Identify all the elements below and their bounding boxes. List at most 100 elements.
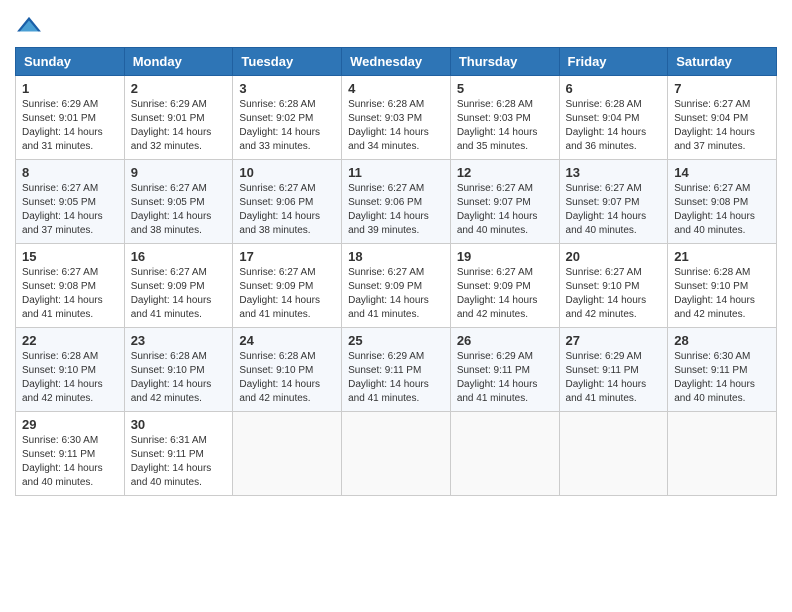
calendar-cell: 7 Sunrise: 6:27 AMSunset: 9:04 PMDaylight…: [668, 76, 777, 160]
daylight-line1: Daylight: 14 hours: [22, 462, 118, 476]
sunset-text: Sunset: 9:07 PM: [566, 196, 662, 210]
daylight-line2: and 38 minutes.: [131, 224, 227, 238]
day-info: Sunrise: 6:28 AMSunset: 9:10 PMDaylight:…: [22, 350, 118, 406]
calendar-week-row: 8Sunrise: 6:27 AMSunset: 9:05 PMDaylight…: [16, 160, 777, 244]
day-info: Sunrise: 6:29 AMSunset: 9:11 PMDaylight:…: [457, 350, 553, 406]
sunset-text: Sunset: 9:11 PM: [131, 448, 227, 462]
sunrise-text: Sunrise: 6:27 AM: [131, 266, 227, 280]
day-info: Sunrise: 6:27 AMSunset: 9:05 PMDaylight:…: [22, 182, 118, 238]
sunset-text: Sunset: 9:03 PM: [457, 112, 553, 126]
sunset-text: Sunset: 9:09 PM: [131, 280, 227, 294]
day-number: 4: [348, 81, 444, 96]
day-info: Sunrise: 6:28 AMSunset: 9:04 PMDaylight:…: [566, 98, 662, 154]
daylight-line1: Daylight: 14 hours: [131, 294, 227, 308]
logo-icon: [15, 15, 43, 37]
daylight-line2: and 38 minutes.: [239, 224, 335, 238]
daylight-line2: and 36 minutes.: [566, 140, 662, 154]
sunrise-text: Sunrise: 6:27 AM: [674, 182, 770, 196]
sunrise-text: Sunrise: 6:28 AM: [674, 266, 770, 280]
day-info: Sunrise: 6:30 AMSunset: 9:11 PMDaylight:…: [674, 350, 770, 406]
sunrise-text: Sunrise: 6:30 AM: [674, 350, 770, 364]
daylight-line2: and 40 minutes.: [22, 476, 118, 490]
sunrise-text: Sunrise: 6:28 AM: [22, 350, 118, 364]
day-info: Sunrise: 6:27 AMSunset: 9:08 PMDaylight:…: [674, 182, 770, 238]
sunrise-text: Sunrise: 6:28 AM: [457, 98, 553, 112]
calendar-cell: [559, 412, 668, 496]
sunrise-text: Sunrise: 6:28 AM: [131, 350, 227, 364]
sunrise-text: Sunrise: 6:29 AM: [566, 350, 662, 364]
day-info: Sunrise: 6:27 AMSunset: 9:04 PMDaylight:…: [674, 98, 770, 154]
daylight-line2: and 42 minutes.: [674, 308, 770, 322]
day-info: Sunrise: 6:28 AMSunset: 9:03 PMDaylight:…: [457, 98, 553, 154]
sunrise-text: Sunrise: 6:27 AM: [566, 266, 662, 280]
day-info: Sunrise: 6:28 AMSunset: 9:10 PMDaylight:…: [131, 350, 227, 406]
day-info: Sunrise: 6:27 AMSunset: 9:07 PMDaylight:…: [566, 182, 662, 238]
daylight-line1: Daylight: 14 hours: [348, 126, 444, 140]
day-number: 10: [239, 165, 335, 180]
daylight-line2: and 40 minutes.: [131, 476, 227, 490]
day-info: Sunrise: 6:29 AMSunset: 9:01 PMDaylight:…: [131, 98, 227, 154]
daylight-line2: and 41 minutes.: [131, 308, 227, 322]
sunrise-text: Sunrise: 6:30 AM: [22, 434, 118, 448]
day-number: 7: [674, 81, 770, 96]
day-info: Sunrise: 6:27 AMSunset: 9:10 PMDaylight:…: [566, 266, 662, 322]
day-number: 5: [457, 81, 553, 96]
day-info: Sunrise: 6:29 AMSunset: 9:11 PMDaylight:…: [566, 350, 662, 406]
day-number: 17: [239, 249, 335, 264]
sunrise-text: Sunrise: 6:27 AM: [22, 182, 118, 196]
calendar-cell: 15Sunrise: 6:27 AMSunset: 9:08 PMDayligh…: [16, 244, 125, 328]
calendar-cell: 20 Sunrise: 6:27 AMSunset: 9:10 PMDayligh…: [559, 244, 668, 328]
calendar-cell: [668, 412, 777, 496]
sunset-text: Sunset: 9:10 PM: [131, 364, 227, 378]
day-number: 27: [566, 333, 662, 348]
sunset-text: Sunset: 9:11 PM: [674, 364, 770, 378]
sunrise-text: Sunrise: 6:28 AM: [239, 98, 335, 112]
calendar-cell: 4 Sunrise: 6:28 AMSunset: 9:03 PMDaylight…: [342, 76, 451, 160]
daylight-line2: and 34 minutes.: [348, 140, 444, 154]
day-number: 3: [239, 81, 335, 96]
daylight-line2: and 41 minutes.: [239, 308, 335, 322]
day-number: 19: [457, 249, 553, 264]
sunrise-text: Sunrise: 6:27 AM: [22, 266, 118, 280]
sunset-text: Sunset: 9:09 PM: [348, 280, 444, 294]
sunset-text: Sunset: 9:06 PM: [348, 196, 444, 210]
calendar-cell: 10Sunrise: 6:27 AMSunset: 9:06 PMDayligh…: [233, 160, 342, 244]
day-info: Sunrise: 6:29 AMSunset: 9:11 PMDaylight:…: [348, 350, 444, 406]
calendar-cell: 19Sunrise: 6:27 AMSunset: 9:09 PMDayligh…: [450, 244, 559, 328]
day-info: Sunrise: 6:28 AMSunset: 9:03 PMDaylight:…: [348, 98, 444, 154]
sunset-text: Sunset: 9:04 PM: [674, 112, 770, 126]
weekday-header-saturday: Saturday: [668, 48, 777, 76]
daylight-line1: Daylight: 14 hours: [131, 126, 227, 140]
day-number: 30: [131, 417, 227, 432]
calendar-cell: 3Sunrise: 6:28 AMSunset: 9:02 PMDaylight…: [233, 76, 342, 160]
calendar-cell: 28Sunrise: 6:30 AMSunset: 9:11 PMDayligh…: [668, 328, 777, 412]
sunset-text: Sunset: 9:11 PM: [348, 364, 444, 378]
sunrise-text: Sunrise: 6:31 AM: [131, 434, 227, 448]
day-info: Sunrise: 6:27 AMSunset: 9:06 PMDaylight:…: [348, 182, 444, 238]
sunrise-text: Sunrise: 6:27 AM: [131, 182, 227, 196]
day-info: Sunrise: 6:30 AMSunset: 9:11 PMDaylight:…: [22, 434, 118, 490]
weekday-header-tuesday: Tuesday: [233, 48, 342, 76]
calendar-cell: 1Sunrise: 6:29 AMSunset: 9:01 PMDaylight…: [16, 76, 125, 160]
day-number: 13: [566, 165, 662, 180]
daylight-line2: and 33 minutes.: [239, 140, 335, 154]
day-number: 21: [674, 249, 770, 264]
day-info: Sunrise: 6:27 AMSunset: 9:08 PMDaylight:…: [22, 266, 118, 322]
day-number: 20: [566, 249, 662, 264]
daylight-line1: Daylight: 14 hours: [674, 126, 770, 140]
calendar-cell: [342, 412, 451, 496]
daylight-line2: and 32 minutes.: [131, 140, 227, 154]
day-number: 11: [348, 165, 444, 180]
sunrise-text: Sunrise: 6:27 AM: [239, 182, 335, 196]
calendar-cell: 6Sunrise: 6:28 AMSunset: 9:04 PMDaylight…: [559, 76, 668, 160]
day-number: 23: [131, 333, 227, 348]
day-info: Sunrise: 6:29 AMSunset: 9:01 PMDaylight:…: [22, 98, 118, 154]
daylight-line1: Daylight: 14 hours: [674, 294, 770, 308]
sunrise-text: Sunrise: 6:28 AM: [566, 98, 662, 112]
sunset-text: Sunset: 9:09 PM: [239, 280, 335, 294]
daylight-line2: and 41 minutes.: [457, 392, 553, 406]
daylight-line2: and 40 minutes.: [457, 224, 553, 238]
sunrise-text: Sunrise: 6:29 AM: [131, 98, 227, 112]
daylight-line1: Daylight: 14 hours: [22, 378, 118, 392]
calendar-week-row: 15Sunrise: 6:27 AMSunset: 9:08 PMDayligh…: [16, 244, 777, 328]
